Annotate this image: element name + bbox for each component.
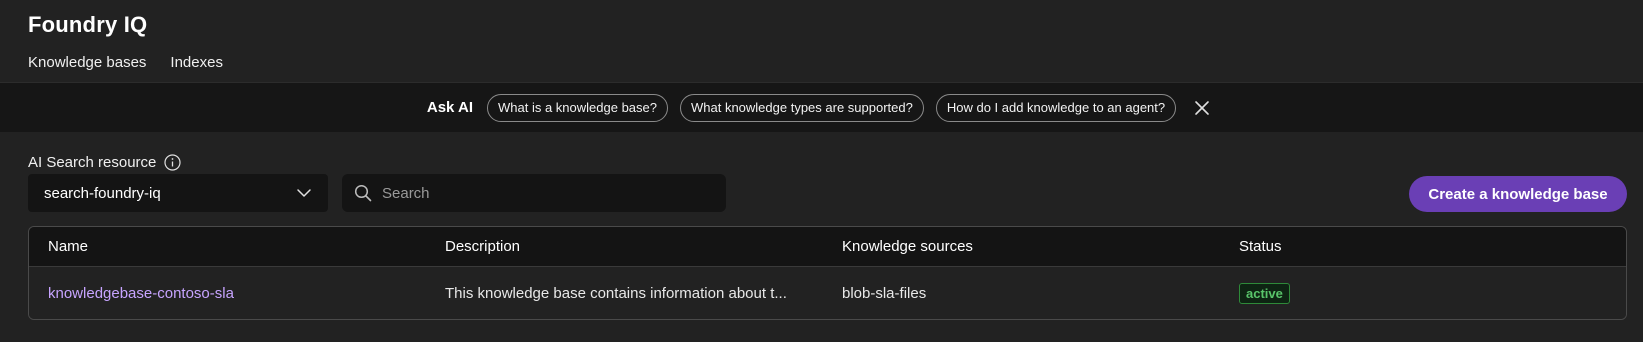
suggestion-chip-knowledge-types[interactable]: What knowledge types are supported?	[679, 93, 924, 122]
knowledge-base-description: This knowledge base contains information…	[445, 284, 787, 302]
suggestion-chip-add-knowledge-agent[interactable]: How do I add knowledge to an agent?	[935, 93, 1177, 122]
column-header-status[interactable]: Status	[1220, 238, 1626, 255]
resource-label: AI Search resource	[28, 154, 157, 171]
search-icon	[354, 184, 372, 202]
resource-dropdown[interactable]: search-foundry-iq	[28, 174, 328, 212]
ask-ai-label: Ask AI	[426, 99, 473, 116]
chevron-down-icon	[296, 185, 312, 201]
resource-dropdown-value: search-foundry-iq	[44, 184, 161, 202]
resource-label-group: AI Search resource	[28, 154, 182, 171]
column-header-knowledge-sources[interactable]: Knowledge sources	[823, 238, 1220, 255]
search-input[interactable]	[382, 184, 714, 202]
tab-bar: Knowledge bases Indexes	[28, 54, 223, 71]
column-header-name[interactable]: Name	[29, 238, 426, 255]
page-title: Foundry IQ	[28, 12, 148, 37]
ask-ai-bar: Ask AI What is a knowledge base? What kn…	[0, 82, 1643, 132]
close-icon[interactable]	[1188, 94, 1216, 122]
knowledge-base-name-link[interactable]: knowledgebase-contoso-sla	[29, 285, 426, 302]
suggestion-chip-what-is-knowledge-base[interactable]: What is a knowledge base?	[487, 93, 668, 122]
tab-knowledge-bases[interactable]: Knowledge bases	[28, 54, 146, 71]
knowledge-source: blob-sla-files	[842, 284, 927, 302]
table-header: Name Description Knowledge sources Statu…	[29, 227, 1626, 267]
tab-indexes[interactable]: Indexes	[170, 54, 223, 71]
search-box	[342, 174, 726, 212]
knowledge-base-table: Name Description Knowledge sources Statu…	[28, 226, 1627, 320]
table-row[interactable]: knowledgebase-contoso-sla This knowledge…	[29, 267, 1626, 319]
create-knowledge-base-button[interactable]: Create a knowledge base	[1409, 176, 1627, 212]
status-cell: active	[1220, 282, 1626, 304]
page-header: Foundry IQ Knowledge bases Indexes	[0, 0, 1643, 82]
status-badge: active	[1239, 282, 1290, 304]
info-icon[interactable]	[164, 154, 182, 171]
column-header-description[interactable]: Description	[426, 238, 823, 255]
